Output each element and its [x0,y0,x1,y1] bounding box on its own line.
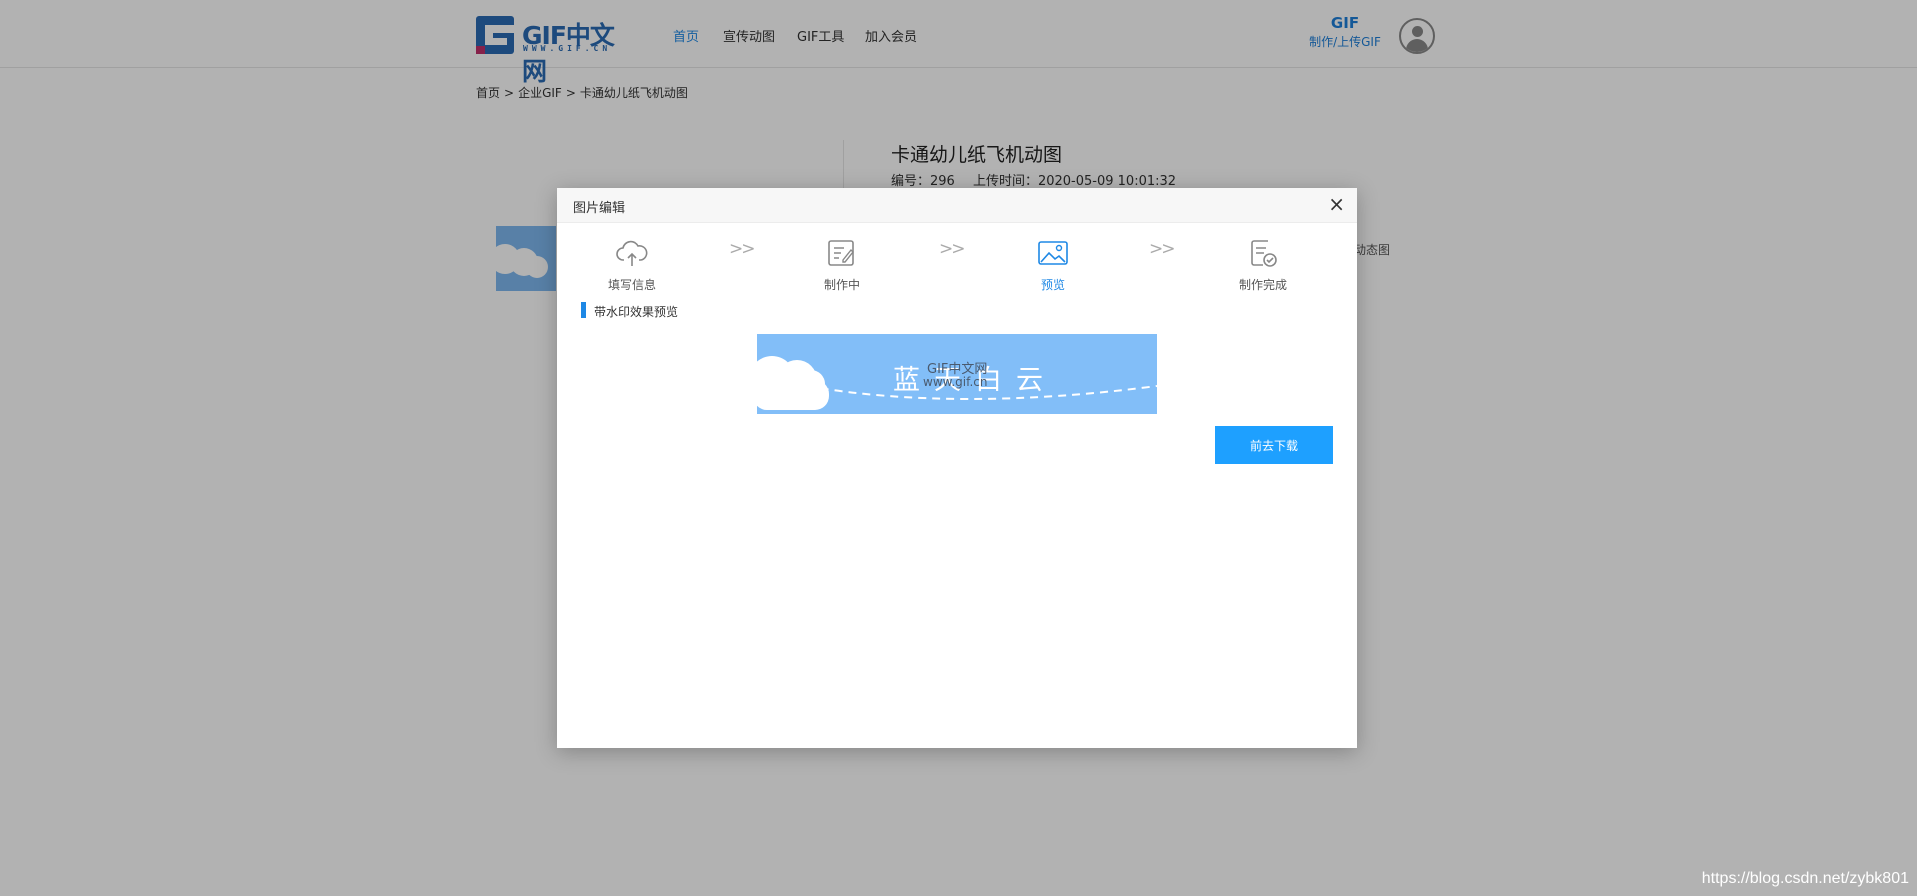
watermark-preview-image: 蓝天白云 GIF中文网 www.gif.cn [757,334,1157,414]
step-preview: 预览 [1003,236,1103,293]
step-complete: 制作完成 [1213,236,1313,293]
image-preview-icon [1038,241,1068,265]
go-download-button[interactable]: 前去下载 [1215,426,1333,464]
step-label: 制作中 [823,278,860,292]
section-title: 带水印效果预览 [594,305,679,319]
section-marker [581,302,586,318]
chevron-double-right-icon: >> [729,239,755,259]
chevron-double-right-icon: >> [939,239,965,259]
chevron-double-right-icon: >> [1149,239,1175,259]
step-label: 制作完成 [1238,278,1287,292]
preview-watermark-line2: www.gif.cn [923,375,988,389]
image-edit-modal: 图片编辑 × 填写信息 >> 制作中 >> 预览 >> 制作完成 带水印效果预览… [557,188,1357,748]
source-watermark: https://blog.csdn.net/zybk801 [1701,870,1909,887]
edit-document-icon [828,240,854,266]
step-making: 制作中 [792,236,892,293]
step-label: 填写信息 [607,278,656,292]
modal-header: 图片编辑 × [557,188,1357,223]
modal-title: 图片编辑 [573,201,626,216]
cloud-upload-icon [616,240,648,266]
close-icon[interactable]: × [1328,193,1345,215]
step-label: 预览 [1040,278,1065,292]
step-fill-info: 填写信息 [582,236,682,293]
document-check-icon [1251,240,1277,267]
